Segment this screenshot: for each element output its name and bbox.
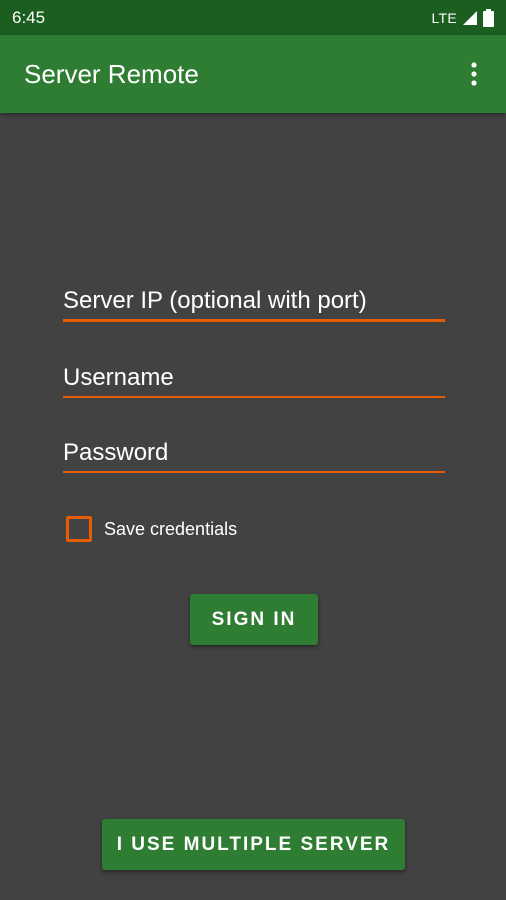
server-ip-placeholder: Server IP (optional with port) [63,287,367,314]
battery-icon [483,8,494,27]
overflow-menu-button[interactable] [462,54,486,94]
username-placeholder: Username [63,364,174,391]
password-placeholder: Password [63,439,169,466]
save-credentials-checkbox[interactable] [66,516,92,542]
server-ip-field[interactable]: Server IP (optional with port) [63,287,445,322]
status-time: 6:45 [12,7,46,27]
more-vert-icon [471,62,477,86]
app-bar: Server Remote [0,35,506,113]
network-type-label: LTE [431,9,457,26]
signal-icon [463,10,477,25]
save-credentials-row[interactable]: Save credentials [66,516,237,542]
app-title: Server Remote [24,58,199,89]
save-credentials-label: Save credentials [104,518,238,539]
password-field[interactable]: Password [63,439,445,473]
status-icons: LTE [431,8,494,27]
status-bar: 6:45 LTE [0,0,506,35]
username-field[interactable]: Username [63,364,445,398]
sign-in-button[interactable]: SIGN IN [190,594,318,645]
multiple-server-button[interactable]: I USE MULTIPLE SERVER [102,819,405,870]
